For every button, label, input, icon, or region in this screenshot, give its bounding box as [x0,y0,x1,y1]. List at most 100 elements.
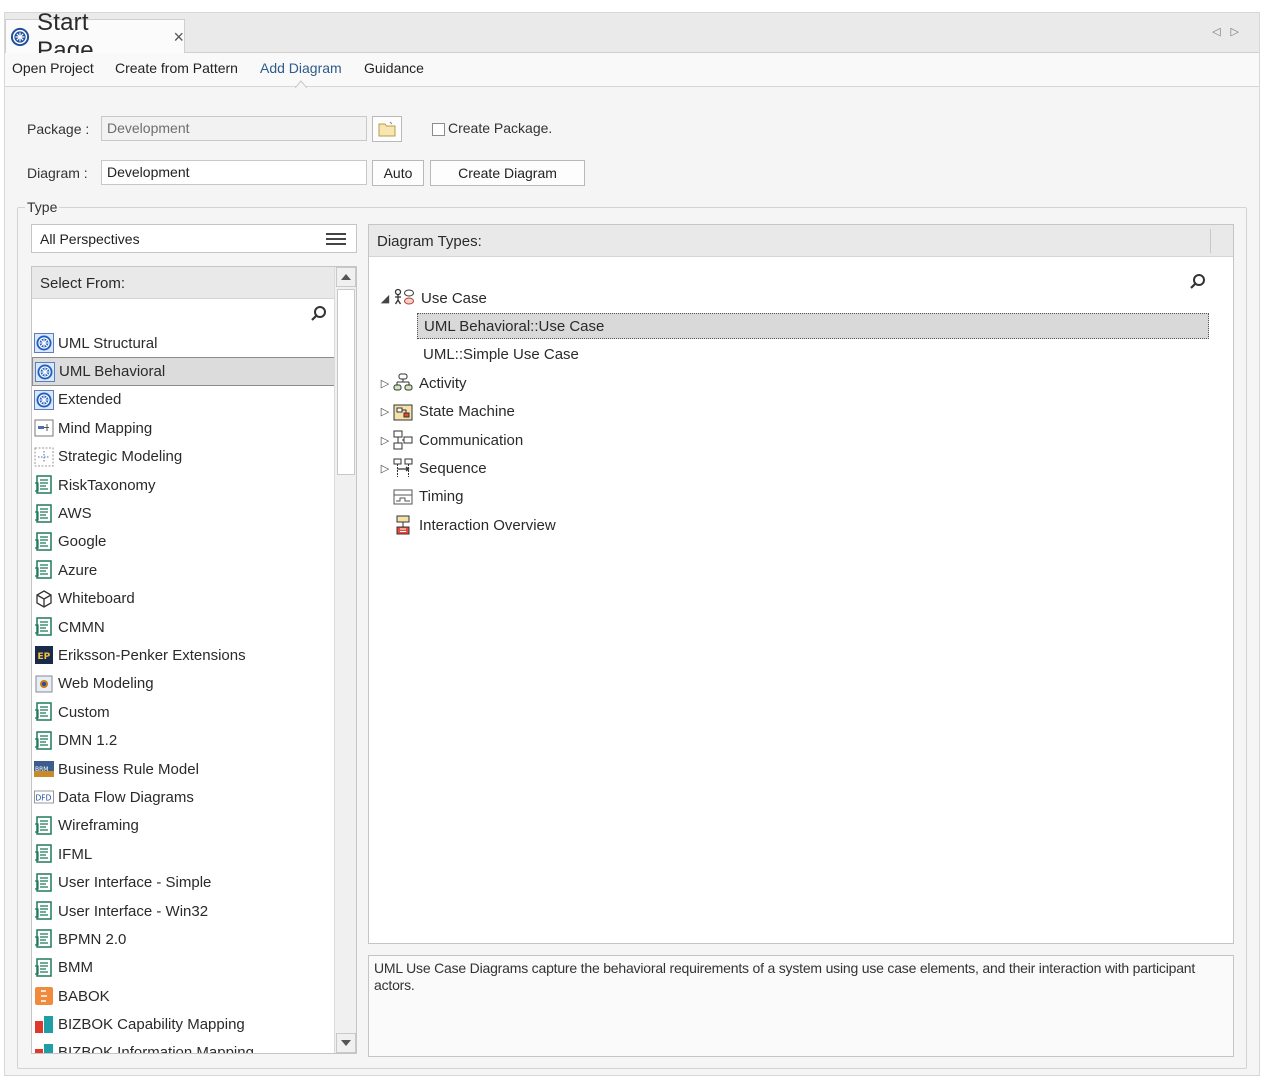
perspective-item-azure[interactable]: Azure [32,556,335,584]
perspective-value: All Perspectives [40,231,140,247]
expand-icon[interactable]: ▷ [377,377,393,390]
perspective-item-label: AWS [58,505,92,523]
interaction-overview-icon [393,515,413,535]
perspective-item-mind-mapping[interactable]: Mind Mapping [32,414,335,442]
expand-icon[interactable]: ▷ [377,462,393,475]
menu-open-project[interactable]: Open Project [12,60,94,76]
menu-add-diagram[interactable]: Add Diagram [260,60,342,76]
tab-strip: Start Page × ◁▷ [5,9,1259,64]
svg-text:EP: EP [38,652,51,662]
browse-package-button[interactable] [372,116,402,142]
search-icon[interactable] [1189,273,1207,291]
strategic-icon [34,447,54,467]
perspective-item-google[interactable]: Google [32,528,335,556]
collapse-icon[interactable]: ◢ [377,292,393,305]
diagram-type-activity[interactable]: ▷ Activity [377,370,467,396]
perspective-item-extended[interactable]: Extended [32,386,335,414]
diagram-label: Diagram : [27,165,88,181]
search-icon[interactable] [310,305,328,323]
package-field[interactable]: Development [101,116,367,141]
diagram-type-interaction-overview[interactable]: Interaction Overview [377,512,556,538]
perspective-item-bpmn-2-0[interactable]: BPMN 2.0 [32,925,335,953]
mindmap-icon [34,418,54,438]
scroll-right-icon[interactable]: ▷ [1231,26,1249,38]
perspective-item-label: Strategic Modeling [58,448,183,466]
perspective-item-label: IFML [58,845,93,863]
diagram-type-state-machine[interactable]: ▷ State Machine [377,399,515,425]
perspective-item-bizbok-information-mapping[interactable]: BIZBOK Information Mapping [32,1039,335,1054]
perspective-item-user-interface-simple[interactable]: User Interface - Simple [32,868,335,896]
perspective-item-aws[interactable]: AWS [32,499,335,527]
tab-start-page[interactable]: Start Page × [5,9,185,64]
perspective-item-web-modeling[interactable]: Web Modeling [32,670,335,698]
scroll-thumb[interactable] [337,289,355,475]
perspective-item-uml-behavioral[interactable]: UML Behavioral [32,357,335,386]
perspective-item-wireframing[interactable]: Wireframing [32,812,335,840]
perspective-item-custom[interactable]: Custom [32,698,335,726]
diagram-type-uml-simple-use-case[interactable]: UML::Simple Use Case [417,342,579,368]
perspective-item-label: Azure [58,561,98,579]
mdg-icon [34,901,54,921]
statemachine-icon [393,402,413,422]
auto-button[interactable]: Auto [372,160,424,186]
perspective-item-whiteboard[interactable]: Whiteboard [32,585,335,613]
svg-text:DFD: DFD [36,794,52,803]
folder-icon [378,121,396,137]
mdg-icon [34,730,54,751]
perspective-item-babok[interactable]: BABOK [32,982,335,1010]
select-from-scrollbar[interactable] [334,267,356,1053]
perspective-item-uml-structural[interactable]: UML Structural [32,329,335,357]
package-label: Package : [27,121,90,137]
uml-icon [35,361,55,382]
perspective-item-cmmn[interactable]: CMMN [32,613,335,641]
diagram-type-timing[interactable]: Timing [377,484,463,510]
menu-icon[interactable] [326,233,346,245]
perspective-item-user-interface-win32[interactable]: User Interface - Win32 [32,897,335,925]
mdg-icon [34,560,54,580]
perspective-item-label: Data Flow Diagrams [58,788,194,806]
diagram-type-use-case[interactable]: ◢ Use Case [377,285,487,311]
perspective-item-strategic-modeling[interactable]: Strategic Modeling [32,443,335,471]
perspective-item-label: BIZBOK Information Mapping [58,1044,254,1054]
perspective-item-business-rule-model[interactable]: BRM Business Rule Model [32,755,335,783]
bizbok-icon [34,1043,54,1053]
mdg-icon [34,872,54,893]
usecase-icon [393,288,415,308]
perspective-item-dmn-1-2[interactable]: DMN 1.2 [32,726,335,754]
perspective-item-risktaxonomy[interactable]: RiskTaxonomy [32,471,335,499]
close-icon[interactable]: × [173,27,184,48]
perspective-selector[interactable]: All Perspectives [31,224,357,253]
expand-icon[interactable]: ▷ [377,405,393,418]
type-group-legend: Type [25,199,60,215]
diagram-type-label: UML::Simple Use Case [423,346,579,364]
scroll-up-button[interactable] [336,267,356,287]
perspective-item-label: BMM [58,959,93,977]
perspective-item-eriksson-penker-extensions[interactable]: EP Eriksson-Penker Extensions [32,641,335,669]
perspective-item-label: Google [58,533,107,551]
mdg-icon [34,475,54,495]
diagram-type-sequence[interactable]: ▷ Sequence [377,455,487,481]
diagram-name-field[interactable]: Development [101,160,367,185]
create-diagram-button[interactable]: Create Diagram [430,160,585,186]
perspective-item-bmm[interactable]: BMM [32,954,335,982]
create-package-checkbox[interactable] [432,123,445,136]
diagram-type-communication[interactable]: ▷ Communication [377,427,523,453]
header-divider [1210,229,1211,253]
menu-create-from-pattern[interactable]: Create from Pattern [115,60,238,76]
diagram-type-uml-behavioral-use-case[interactable]: UML Behavioral::Use Case [417,313,1209,340]
diagram-type-label: UML Behavioral::Use Case [424,317,605,335]
perspective-item-bizbok-capability-mapping[interactable]: BIZBOK Capability Mapping [32,1010,335,1038]
menu-guidance[interactable]: Guidance [364,60,424,76]
active-tab-caret-icon [295,80,307,88]
expand-icon[interactable]: ▷ [377,434,393,447]
scroll-left-icon[interactable]: ◁ [1212,26,1230,38]
diagram-type-label: Communication [419,431,524,449]
perspective-item-ifml[interactable]: IFML [32,840,335,868]
start-page-window: Start Page × ◁▷ Open Project Create from… [4,9,1260,1076]
perspective-item-data-flow-diagrams[interactable]: DFD Data Flow Diagrams [32,783,335,811]
perspective-item-label: BPMN 2.0 [58,930,127,948]
diagram-type-label: Activity [419,374,467,392]
scroll-down-button[interactable] [336,1033,356,1053]
communication-icon [393,430,413,450]
mdg-icon [34,617,54,637]
